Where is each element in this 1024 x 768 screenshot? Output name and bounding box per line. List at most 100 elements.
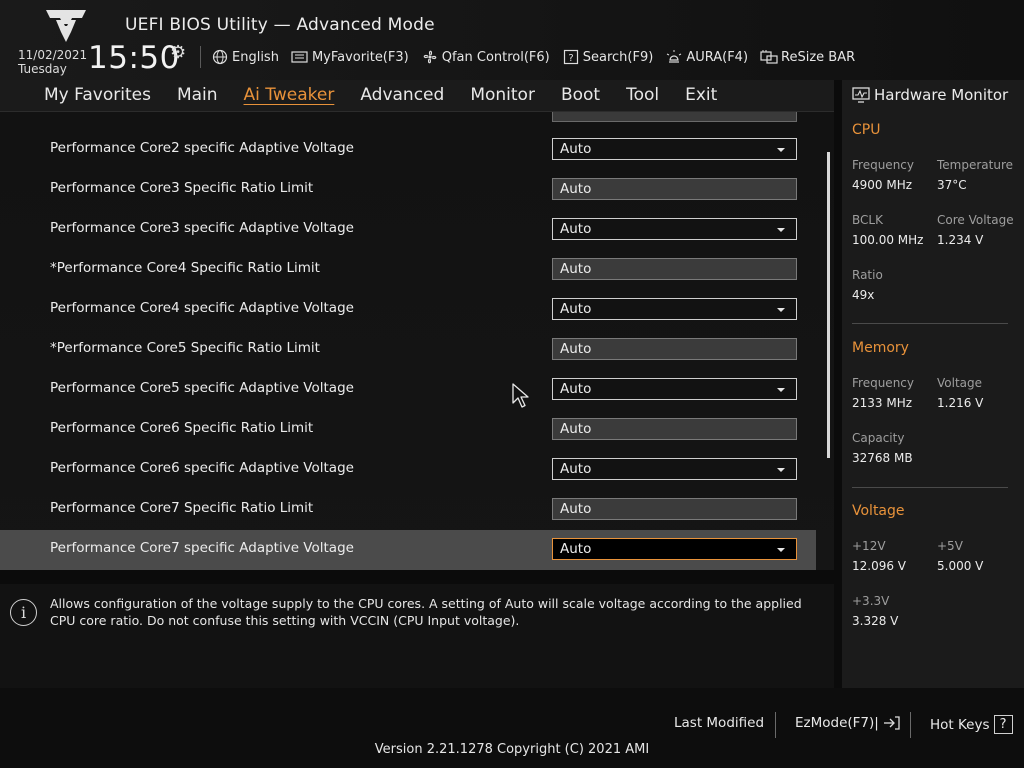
ezmode-button[interactable]: EzMode(F7)| <box>795 715 901 731</box>
language-button[interactable]: English <box>211 48 279 66</box>
settings-scrollbar[interactable] <box>827 152 830 458</box>
setting-text-field[interactable]: Auto <box>552 418 797 440</box>
language-label: English <box>232 49 279 65</box>
last-modified-button[interactable]: Last Modified <box>674 715 764 731</box>
setting-dropdown[interactable]: Auto <box>552 298 797 320</box>
qfan-control-label: Qfan Control(F6) <box>441 49 550 65</box>
dropdown-caret-icon <box>777 228 785 232</box>
help-question-icon: ? <box>993 715 1013 734</box>
setting-label: Performance Core6 Specific Ratio Limit <box>50 420 314 436</box>
date-text: 11/02/2021 <box>18 48 88 62</box>
setting-text-field[interactable]: Auto <box>552 258 797 280</box>
setting-row[interactable]: *Performance Core5 Specific Ratio Limit … <box>0 330 816 370</box>
core-voltage-value: 1.234 V <box>937 233 984 247</box>
dropdown-caret-icon <box>777 388 785 392</box>
tab-boot[interactable]: Boot <box>561 85 600 105</box>
footer-bar: Last Modified EzMode(F7)| Hot Keys ? Ver… <box>0 688 1024 768</box>
ratio-label: Ratio <box>852 268 883 282</box>
search-label: Search(F9) <box>582 49 654 65</box>
fan-icon <box>421 48 439 66</box>
aura-button[interactable]: AURA(F4) <box>665 48 748 66</box>
setting-row[interactable]: Performance Core5 specific Adaptive Volt… <box>0 370 816 410</box>
setting-label: *Performance Core5 Specific Ratio Limit <box>50 340 320 356</box>
tab-ai-tweaker[interactable]: Ai Tweaker <box>244 85 335 105</box>
setting-row[interactable]: Performance Core6 Specific Ratio Limit A… <box>0 410 816 450</box>
setting-dropdown[interactable]: Auto <box>552 378 797 400</box>
monitor-icon <box>852 87 870 103</box>
dropdown-caret-icon <box>777 308 785 312</box>
dropdown-caret-icon <box>777 148 785 152</box>
toolbar-divider <box>200 46 201 68</box>
setting-text-field[interactable]: Auto <box>552 498 797 520</box>
tab-my-favorites[interactable]: My Favorites <box>44 85 151 105</box>
setting-text-field[interactable]: Auto <box>552 338 797 360</box>
mouse-pointer-icon <box>512 383 529 408</box>
setting-row[interactable]: Performance Core6 specific Adaptive Volt… <box>0 450 816 490</box>
setting-row[interactable]: Performance Core2 specific Adaptive Volt… <box>0 130 816 170</box>
day-text: Tuesday <box>18 62 67 76</box>
clock-settings-gear-icon[interactable]: ⚙ <box>170 42 186 63</box>
tab-tool[interactable]: Tool <box>626 85 659 105</box>
search-question-icon: ? <box>562 48 580 66</box>
dropdown-caret-icon <box>777 548 785 552</box>
myfavorite-label: MyFavorite(F3) <box>311 49 409 65</box>
setting-label: Performance Core7 specific Adaptive Volt… <box>50 540 354 556</box>
setting-value: Auto <box>560 261 592 277</box>
main-menu: My Favorites Main Ai Tweaker Advanced Mo… <box>44 85 743 105</box>
setting-text-field[interactable]: Auto <box>552 178 797 200</box>
core-voltage-label: Core Voltage <box>937 213 1014 227</box>
tuf-logo-icon <box>46 10 86 42</box>
setting-row[interactable]: Performance Core3 Specific Ratio Limit A… <box>0 170 816 210</box>
setting-label: Performance Core4 specific Adaptive Volt… <box>50 300 354 316</box>
myfavorite-button[interactable]: MyFavorite(F3) <box>291 48 409 66</box>
v5-label: +5V <box>937 539 963 553</box>
partially-visible-setting-field[interactable] <box>552 112 797 122</box>
cpu-temperature-value: 37°C <box>937 178 967 192</box>
memory-frequency-label: Frequency <box>852 376 914 390</box>
setting-dropdown[interactable]: Auto <box>552 458 797 480</box>
v5-value: 5.000 V <box>937 559 984 573</box>
setting-row[interactable]: Performance Core7 Specific Ratio Limit A… <box>0 490 816 530</box>
v12-label: +12V <box>852 539 886 553</box>
setting-dropdown[interactable]: Auto <box>552 138 797 160</box>
footer-divider <box>910 712 911 738</box>
setting-value: Auto <box>560 301 592 317</box>
setting-row-selected[interactable]: Performance Core7 specific Adaptive Volt… <box>0 530 816 570</box>
cpu-section-heading: CPU <box>852 122 881 138</box>
setting-dropdown[interactable]: Auto <box>552 538 797 560</box>
tab-advanced[interactable]: Advanced <box>360 85 444 105</box>
bios-title: UEFI BIOS Utility — Advanced Mode <box>125 15 435 35</box>
setting-value: Auto <box>560 541 592 557</box>
settings-list: Performance Core2 specific Adaptive Volt… <box>0 112 834 570</box>
setting-value: Auto <box>560 381 592 397</box>
setting-row[interactable]: Performance Core4 specific Adaptive Volt… <box>0 290 816 330</box>
resize-bar-icon <box>760 48 778 66</box>
hardware-monitor-title: Hardware Monitor <box>852 86 1008 104</box>
aura-label: AURA(F4) <box>686 49 749 65</box>
last-modified-label: Last Modified <box>674 715 765 731</box>
dropdown-caret-icon <box>777 468 785 472</box>
qfan-control-button[interactable]: Qfan Control(F6) <box>421 48 550 66</box>
resize-bar-label: ReSize BAR <box>781 49 856 65</box>
setting-label: Performance Core7 Specific Ratio Limit <box>50 500 314 516</box>
setting-label: Performance Core3 specific Adaptive Volt… <box>50 220 354 236</box>
setting-row[interactable]: *Performance Core4 Specific Ratio Limit … <box>0 250 816 290</box>
tab-monitor[interactable]: Monitor <box>470 85 535 105</box>
setting-label: Performance Core5 specific Adaptive Volt… <box>50 380 354 396</box>
resize-bar-button[interactable]: ReSize BAR <box>760 48 855 66</box>
v33-value: 3.328 V <box>852 614 899 628</box>
section-divider <box>852 323 1008 324</box>
hot-keys-button[interactable]: Hot Keys ? <box>930 715 1013 734</box>
tab-exit[interactable]: Exit <box>685 85 717 105</box>
setting-row[interactable]: Performance Core3 specific Adaptive Volt… <box>0 210 816 250</box>
setting-dropdown[interactable]: Auto <box>552 218 797 240</box>
search-button[interactable]: ? Search(F9) <box>562 48 654 66</box>
memory-section-heading: Memory <box>852 340 909 356</box>
tab-main[interactable]: Main <box>177 85 218 105</box>
v12-value: 12.096 V <box>852 559 907 573</box>
setting-value: Auto <box>560 421 592 437</box>
setting-value: Auto <box>560 181 592 197</box>
setting-value: Auto <box>560 221 592 237</box>
svg-text:?: ? <box>568 53 573 64</box>
hardware-monitor-panel: Hardware Monitor CPU Frequency 4900 MHz … <box>842 80 1024 688</box>
